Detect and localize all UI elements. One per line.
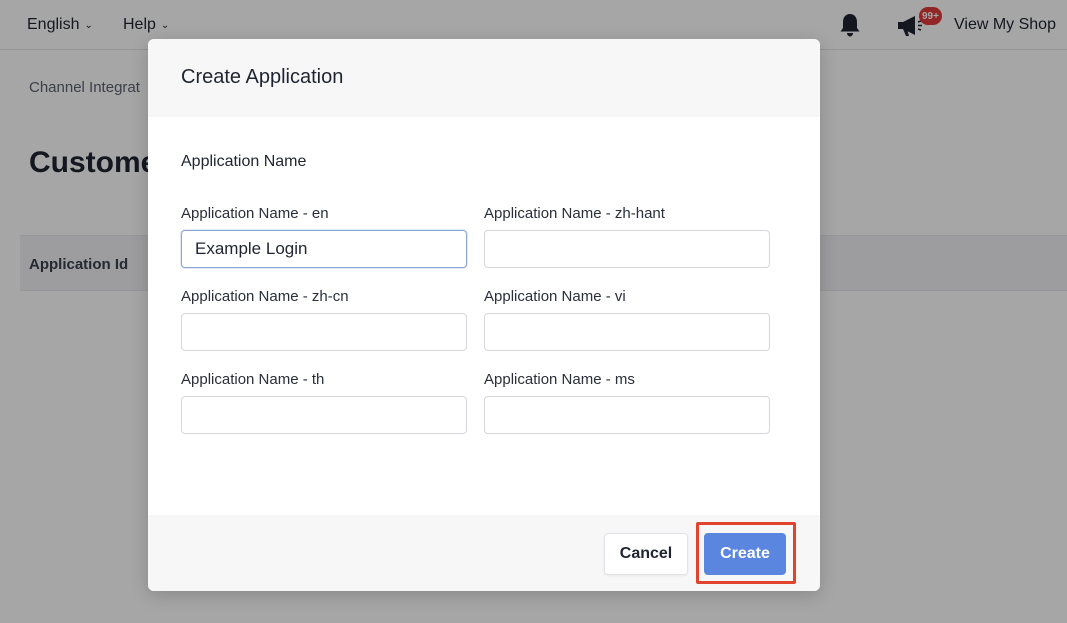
field-label-zh-hant: Application Name - zh-hant [484, 205, 665, 222]
field-label-th: Application Name - th [181, 371, 325, 388]
application-name-zh-cn-input[interactable] [181, 313, 467, 351]
field-label-ms: Application Name - ms [484, 371, 635, 388]
application-name-th-input[interactable] [181, 396, 467, 434]
field-label-en: Application Name - en [181, 205, 329, 222]
dialog-title: Create Application [181, 66, 344, 88]
application-name-section-label: Application Name [181, 153, 307, 170]
field-label-vi: Application Name - vi [484, 288, 626, 305]
cancel-button[interactable]: Cancel [604, 533, 688, 575]
application-name-zh-hant-input[interactable] [484, 230, 770, 268]
dialog-footer: Cancel Create [148, 515, 820, 591]
create-button[interactable]: Create [704, 533, 786, 575]
application-name-en-input[interactable] [181, 230, 467, 268]
application-name-ms-input[interactable] [484, 396, 770, 434]
create-application-dialog: Create Application Application Name Appl… [148, 39, 820, 591]
application-name-vi-input[interactable] [484, 313, 770, 351]
dialog-header: Create Application [148, 39, 820, 117]
field-label-zh-cn: Application Name - zh-cn [181, 288, 349, 305]
